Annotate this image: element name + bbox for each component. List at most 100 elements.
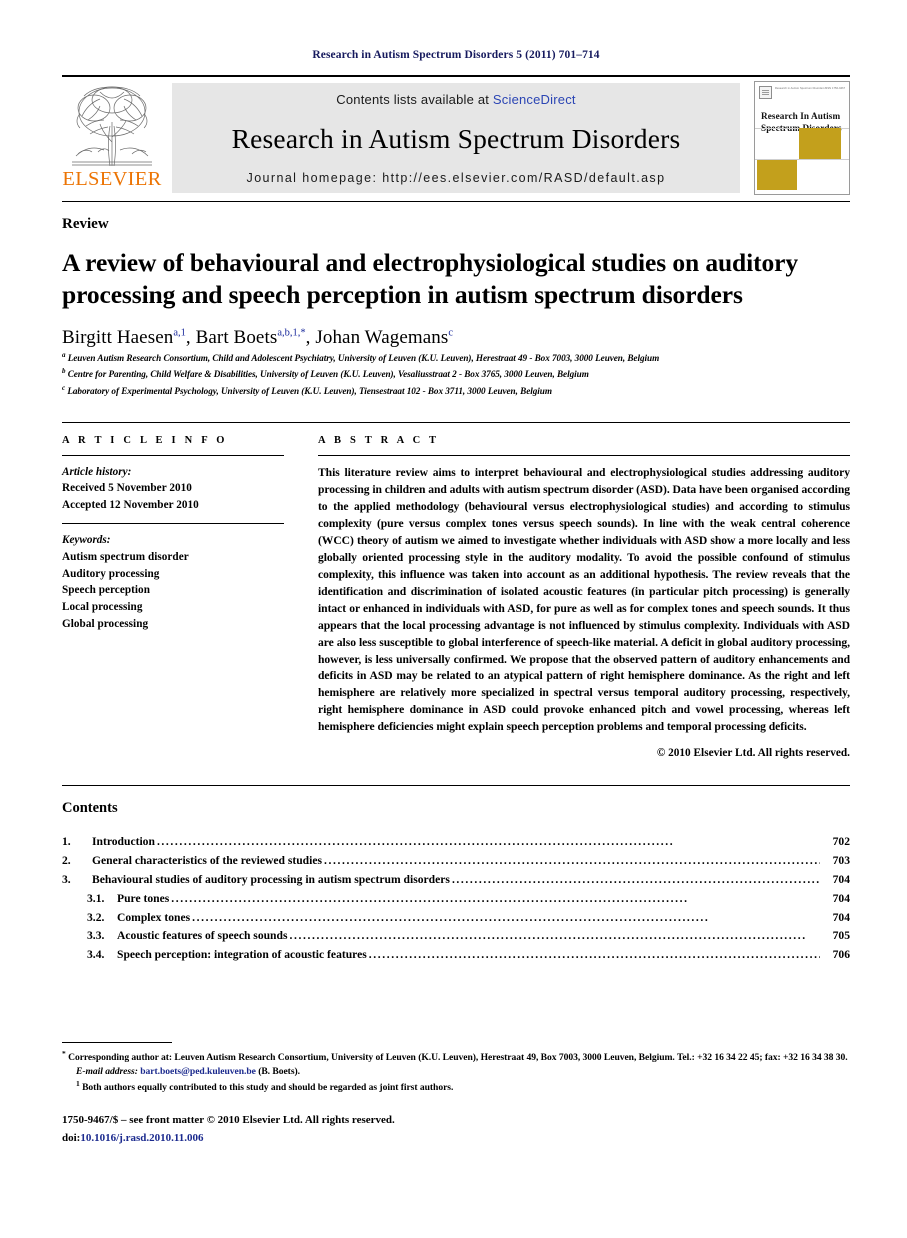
toc-entry[interactable]: 3.2. Complex tones .....................… [62, 909, 850, 928]
toc-label: Behavioural studies of auditory processi… [92, 872, 450, 886]
toc-leader: ........................................… [171, 891, 689, 905]
journal-banner: Contents lists available at ScienceDirec… [172, 83, 740, 193]
doi-link[interactable]: 10.1016/j.rasd.2010.11.006 [80, 1132, 203, 1144]
author-marks: a,b,1,* [277, 327, 306, 339]
email-label: E-mail address: [76, 1066, 138, 1078]
cover-microtext: Research in Autism Spectrum Disorders IS… [775, 86, 845, 90]
toc-label: Pure tones [117, 891, 170, 905]
keywords-block: Keywords: Autism spectrum disorder Audit… [62, 532, 284, 633]
cover-micro-right: ISSN 1750-9467 [824, 87, 845, 90]
article-info-column: A R T I C L E I N F O Article history: R… [62, 435, 284, 760]
toc-page-number: 704 [832, 891, 850, 905]
author-separator: , [185, 327, 196, 349]
footnote-rule [62, 1042, 172, 1043]
email-link[interactable]: bart.boets@ped.kuleuven.be [140, 1066, 256, 1077]
page-title: A review of behavioural and electrophysi… [62, 248, 799, 309]
toc-label: Speech perception: integration of acoust… [117, 948, 367, 962]
toc-number: 3.2. [87, 910, 105, 924]
author-entry: Johan Wagemansc [315, 327, 453, 348]
toc-number: 2. [62, 854, 71, 868]
asterisk-icon: * [62, 1049, 66, 1058]
toc-leader: ........................................… [156, 835, 675, 849]
contents-heading: Contents [62, 800, 118, 817]
article-type-label: Review [62, 216, 109, 232]
email-owner: (B. Boets). [258, 1066, 301, 1078]
keyword-item: Auditory processing [62, 567, 160, 580]
imprint-block: 1750-9467/$ – see front matter © 2010 El… [62, 1112, 850, 1146]
doi-line: doi:10.1016/j.rasd.2010.11.006 [62, 1130, 850, 1147]
author-name: Bart Boets [195, 327, 278, 349]
affiliation: b Centre for Parenting, Child Welfare & … [62, 367, 850, 381]
author-marks: a,1 [173, 327, 186, 339]
affiliation-mark: a [62, 351, 66, 360]
cover-header: Research in Autism Spectrum Disorders IS… [755, 82, 849, 99]
toc-number: 1. [62, 835, 71, 849]
toc-entry[interactable]: 2. General characteristics of the review… [62, 852, 850, 871]
contents-lists-prefix: Contents lists available at [336, 92, 493, 107]
toc-leader: ........................................… [324, 854, 820, 868]
elsevier-logo: ELSEVIER [62, 77, 162, 201]
author-name: Birgitt Haesen [62, 327, 174, 349]
toc-entry[interactable]: 3. Behavioural studies of auditory proce… [62, 871, 850, 890]
affiliation: c Laboratory of Experimental Psychology,… [62, 384, 850, 398]
journal-masthead: ELSEVIER Contents lists available at Sci… [62, 75, 850, 201]
keyword-item: Autism spectrum disorder [62, 550, 189, 563]
toc-label: General characteristics of the reviewed … [92, 854, 322, 868]
equal-contribution-text: Both authors equally contributed to this… [82, 1082, 454, 1094]
page-footnotes: * Corresponding author at: Leuven Autism… [62, 1042, 850, 1146]
toc-page-number: 705 [832, 929, 850, 943]
keywords-rule [62, 523, 284, 525]
cover-micro-left: Research in Autism Spectrum Disorders [775, 87, 825, 90]
keyword-item: Global processing [62, 618, 149, 631]
author-separator: , [305, 327, 316, 349]
affiliation-text: Leuven Autism Research Consortium, Child… [67, 353, 660, 364]
toc-entry[interactable]: 3.4. Speech perception: integration of a… [62, 946, 850, 965]
article-history-accepted: Accepted 12 November 2010 [62, 499, 199, 512]
email-note: E-mail address: bart.boets@ped.kuleuven.… [62, 1065, 850, 1079]
cover-logo-icon [759, 86, 772, 99]
toc-entry[interactable]: 3.1. Pure tones ........................… [62, 890, 850, 909]
toc-page-number: 703 [832, 854, 850, 868]
equal-contribution-note: 1 Both authors equally contributed to th… [62, 1079, 850, 1095]
toc-entry[interactable]: 1. Introduction ........................… [62, 833, 850, 852]
article-history-received: Received 5 November 2010 [62, 482, 192, 495]
doi-label: doi: [62, 1131, 81, 1144]
running-head: Research in Autism Spectrum Disorders 5 … [312, 49, 600, 61]
article-info-rule [62, 454, 284, 456]
toc-entry[interactable]: 3.3. Acoustic features of speech sounds … [62, 927, 850, 946]
article-history-label: Article history: [62, 465, 132, 478]
toc-label: Introduction [92, 835, 155, 849]
journal-homepage-link[interactable]: Journal homepage: http://ees.elsevier.co… [172, 171, 740, 185]
article-first-page: Research in Autism Spectrum Disorders 5 … [0, 0, 907, 1238]
corresponding-author-text: Corresponding author at: Leuven Autism R… [68, 1052, 848, 1064]
abstract-heading: A B S T R A C T [318, 434, 440, 446]
toc-page-number: 704 [832, 910, 850, 924]
sciencedirect-link[interactable]: ScienceDirect [493, 92, 576, 107]
front-matter-line: 1750-9467/$ – see front matter © 2010 El… [62, 1114, 395, 1127]
page-content: Research in Autism Spectrum Disorders 5 … [62, 0, 850, 965]
affiliation-text: Centre for Parenting, Child Welfare & Di… [67, 369, 589, 380]
affiliation: a Leuven Autism Research Consortium, Chi… [62, 351, 850, 365]
cover-square-top [799, 128, 842, 160]
author-marks: c [448, 327, 454, 339]
author-entry: Birgitt Haesena,1 [62, 327, 186, 348]
abstract-rule [318, 454, 850, 456]
article-info-heading: A R T I C L E I N F O [62, 434, 228, 446]
author-entry: Bart Boetsa,b,1,* [196, 327, 306, 348]
abstract-body: This literature review aims to interpret… [318, 465, 850, 734]
toc-number: 3.1. [87, 891, 105, 905]
corresponding-author-note: * Corresponding author at: Leuven Autism… [62, 1049, 850, 1065]
journal-title: Research in Autism Spectrum Disorders [231, 122, 681, 154]
author-name: Johan Wagemans [315, 327, 449, 349]
toc-leader: ........................................… [192, 910, 710, 924]
abstract-column: A B S T R A C T This literature review a… [318, 434, 850, 759]
toc-leader: ........................................… [451, 872, 820, 886]
affiliation-mark: c [62, 383, 66, 392]
toc-page-number: 706 [832, 948, 850, 962]
toc-label: Acoustic features of speech sounds [117, 929, 288, 943]
toc-number: 3.3. [87, 929, 105, 943]
author-list: Birgitt Haesena,1, Bart Boetsa,b,1,*, Jo… [62, 327, 850, 349]
cover-square-bottom [756, 160, 798, 191]
toc-label: Complex tones [117, 910, 191, 924]
affiliation-mark: b [62, 367, 66, 376]
